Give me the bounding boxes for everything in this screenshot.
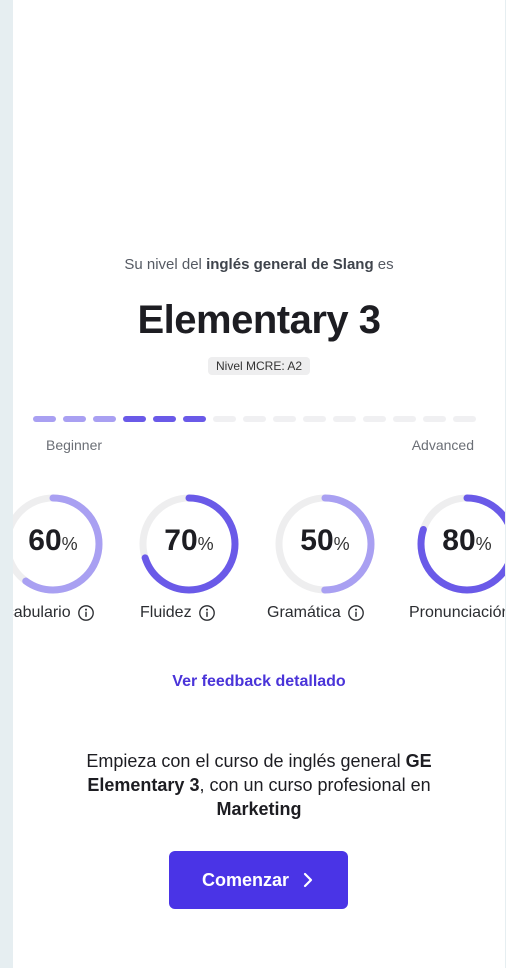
level-title: Elementary 3 xyxy=(137,298,381,342)
intro-suffix: es xyxy=(373,256,394,273)
progress-segment xyxy=(423,416,446,422)
skill-value: 80 xyxy=(442,524,476,557)
skill-value: 60 xyxy=(28,524,62,557)
course-recommendation: Empieza con el curso de inglés general G… xyxy=(53,749,465,821)
info-circle-icon[interactable] xyxy=(77,604,95,622)
progress-segment xyxy=(33,416,56,422)
chevron-right-icon xyxy=(303,872,313,888)
skill-label-text: Gramática xyxy=(267,604,341,621)
skill-unit: % xyxy=(61,534,78,554)
skills-carousel[interactable]: 60% Vocabulario 70% Fluidez 50% xyxy=(13,492,505,642)
view-detailed-feedback-link[interactable]: Ver feedback detallado xyxy=(13,673,505,691)
progress-segment xyxy=(153,416,176,422)
progress-segment xyxy=(363,416,386,422)
intro-emphasis: inglés general de Slang xyxy=(206,256,374,273)
level-intro: Su nivel del inglés general de Slang es xyxy=(13,256,505,273)
skill-value: 70 xyxy=(164,524,198,557)
skill-label: Vocabulario xyxy=(13,604,95,622)
recommendation-text-2: , con un curso profesional en xyxy=(199,775,431,795)
progress-segment xyxy=(63,416,86,422)
skill-label-text: Vocabulario xyxy=(13,604,71,621)
progress-segment xyxy=(393,416,416,422)
info-circle-icon[interactable] xyxy=(198,604,216,622)
results-card: Su nivel del inglés general de Slang es … xyxy=(13,0,505,968)
skill-percent: 80% xyxy=(415,524,505,558)
skill-label: Pronunciación xyxy=(409,604,505,622)
skill-label-text: Pronunciación xyxy=(409,604,505,621)
intro-prefix: Su nivel del xyxy=(124,256,207,273)
cefr-badge-wrap: Nivel MCRE: A2 xyxy=(13,357,505,375)
skill-value: 50 xyxy=(300,524,334,557)
skill-unit: % xyxy=(333,534,350,554)
skill-unit: % xyxy=(475,534,492,554)
info-circle-icon[interactable] xyxy=(347,604,365,622)
skill-label-text: Fluidez xyxy=(140,604,192,621)
start-button[interactable]: Comenzar xyxy=(169,851,348,909)
skill-percent: 70% xyxy=(137,524,241,558)
progress-end-label: Advanced xyxy=(411,437,474,453)
progress-segment xyxy=(243,416,266,422)
progress-segment xyxy=(213,416,236,422)
progress-segment xyxy=(273,416,296,422)
start-button-label: Comenzar xyxy=(201,869,290,890)
progress-segment xyxy=(93,416,116,422)
skill-label: Gramática xyxy=(267,604,365,622)
progress-segment xyxy=(453,416,476,422)
skill-label: Fluidez xyxy=(140,604,216,622)
recommended-field: Marketing xyxy=(216,799,302,819)
progress-segment xyxy=(123,416,146,422)
cefr-badge: Nivel MCRE: A2 xyxy=(207,357,311,375)
skill-percent: 60% xyxy=(13,524,105,558)
recommendation-text-1: Empieza con el curso de inglés general xyxy=(86,751,406,771)
progress-segment xyxy=(303,416,326,422)
progress-start-label: Beginner xyxy=(46,437,103,453)
skill-unit: % xyxy=(197,534,214,554)
progress-segment xyxy=(183,416,206,422)
skill-percent: 50% xyxy=(273,524,377,558)
progress-segment xyxy=(333,416,356,422)
level-progress-bar xyxy=(33,416,476,422)
